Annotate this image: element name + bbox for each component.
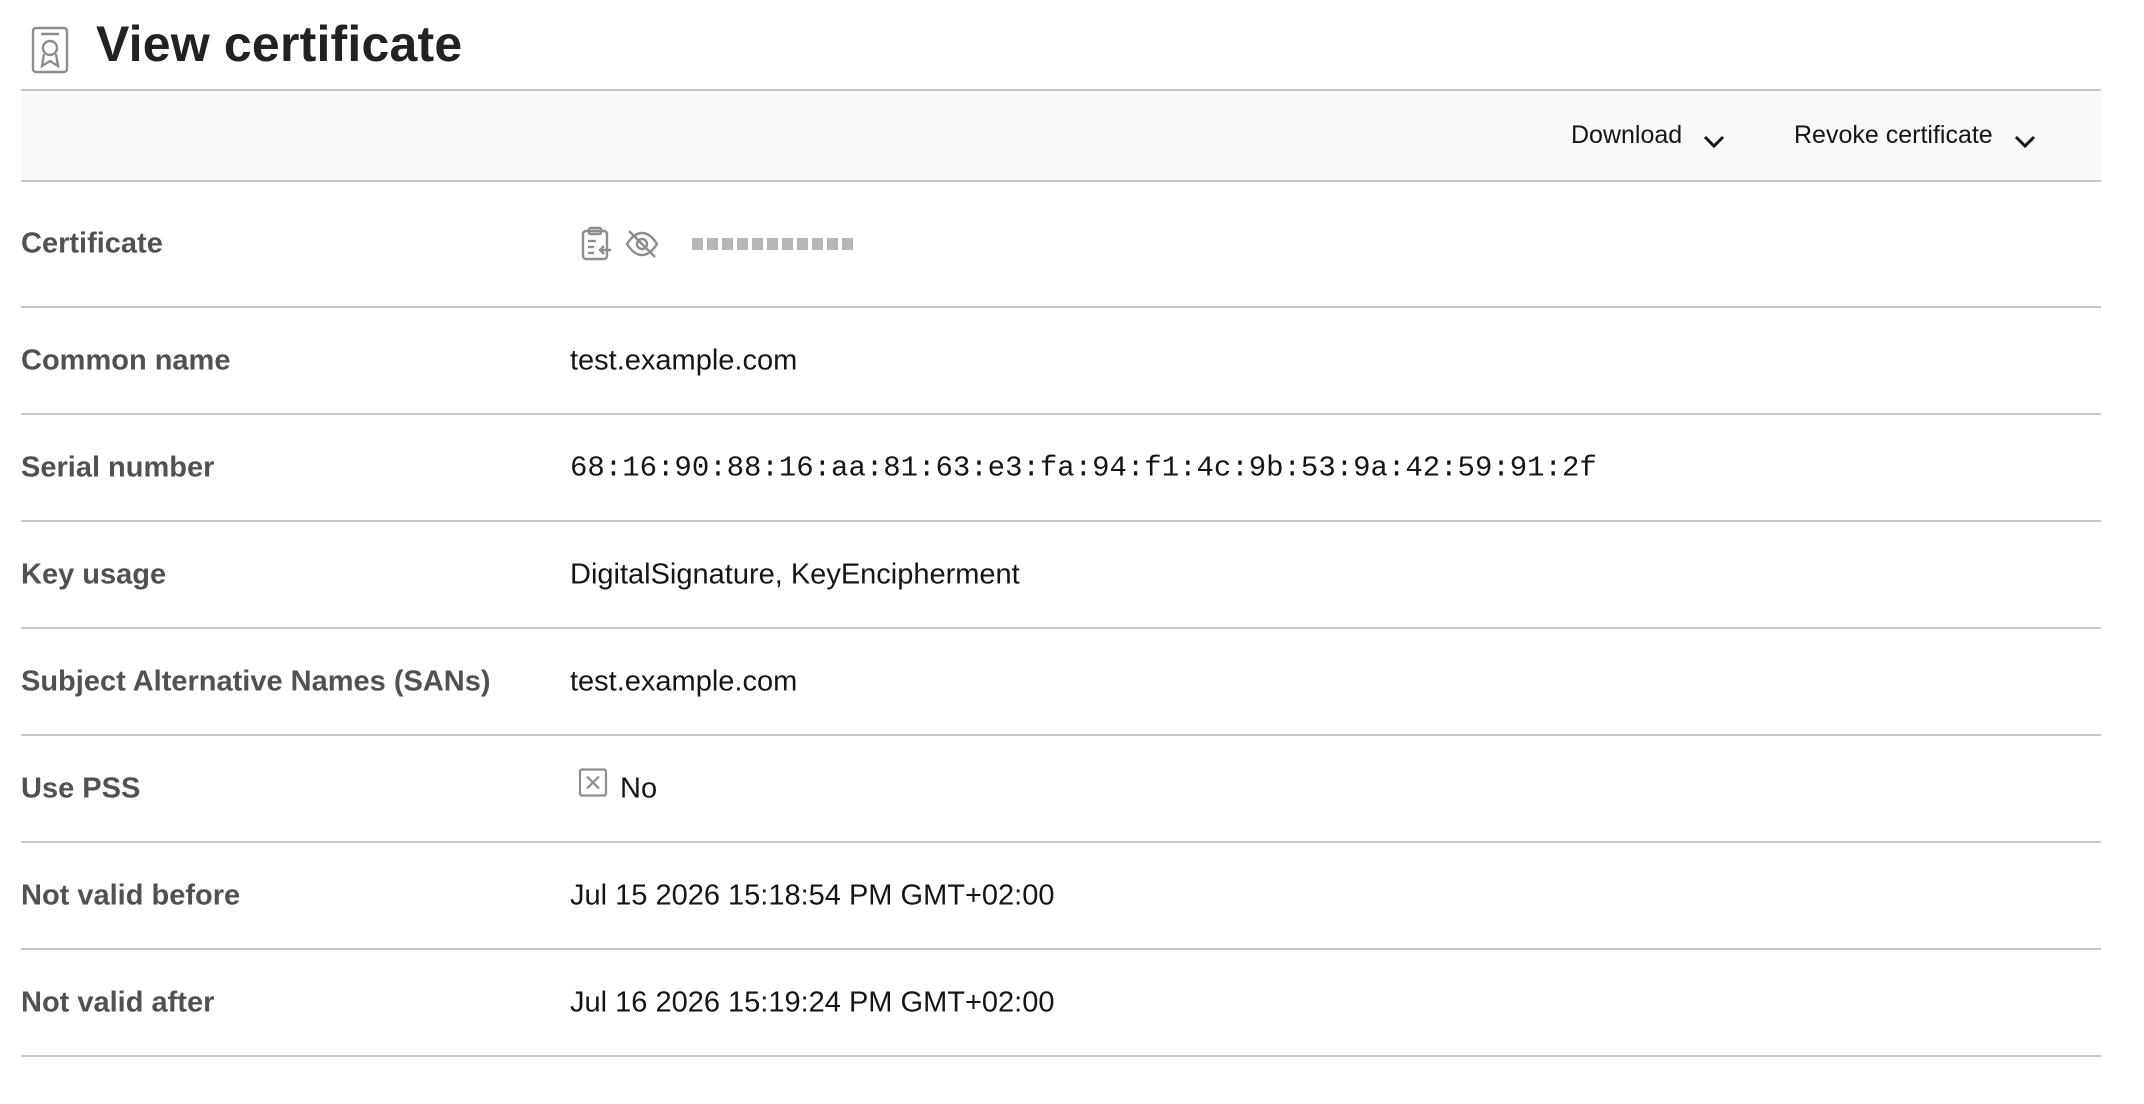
detail-label: Certificate: [21, 227, 163, 260]
serial-number-value: 68:16:90:88:16:aa:81:63:e3:fa:94:f1:4c:9…: [570, 451, 1597, 484]
certificate-value: [578, 226, 853, 262]
use-pss-text: No: [620, 772, 658, 804]
not-valid-before-value: Jul 15 2026 15:18:54 PM GMT+02:00: [570, 879, 1055, 911]
key-usage-value: DigitalSignature, KeyEncipherment: [570, 558, 1020, 590]
copy-to-clipboard-icon[interactable]: [578, 226, 614, 262]
detail-label: Not valid before: [21, 879, 241, 911]
chevron-down-icon: [2013, 128, 2037, 148]
detail-label: Key usage: [21, 558, 167, 590]
detail-label: Subject Alternative Names (SANs): [21, 665, 491, 697]
detail-row-key-usage: Key usage DigitalSignature, KeyEncipherm…: [21, 522, 2101, 629]
detail-label: Common name: [21, 344, 231, 376]
certificate-icon: [31, 26, 69, 74]
detail-row-serial-number: Serial number 68:16:90:88:16:aa:81:63:e3…: [21, 415, 2101, 522]
use-pss-value: No: [578, 768, 658, 805]
sans-value: test.example.com: [570, 665, 798, 697]
detail-row-certificate: Certificate: [21, 182, 2101, 308]
masked-certificate-value: [692, 238, 853, 250]
detail-label: Not valid after: [21, 986, 215, 1018]
detail-label: Use PSS: [21, 772, 141, 804]
detail-row-common-name: Common name test.example.com: [21, 308, 2101, 415]
revoke-certificate-dropdown-button[interactable]: Revoke certificate: [1794, 91, 2037, 180]
detail-row-use-pss: Use PSS No: [21, 736, 2101, 843]
certificate-details: Certificate Common name test.example.com…: [21, 182, 2101, 1057]
certificate-page: View certificate Download Revoke certifi…: [21, 0, 2101, 1057]
page-title: View certificate: [96, 16, 463, 72]
actions-toolbar: Download Revoke certificate: [21, 89, 2101, 182]
eye-slash-icon[interactable]: [624, 226, 660, 262]
chevron-down-icon: [1702, 128, 1726, 148]
not-valid-after-value: Jul 16 2026 15:19:24 PM GMT+02:00: [570, 986, 1055, 1018]
page-header: View certificate: [21, 0, 2101, 89]
detail-row-not-valid-after: Not valid after Jul 16 2026 15:19:24 PM …: [21, 950, 2101, 1057]
common-name-value: test.example.com: [570, 344, 798, 376]
x-box-icon: [578, 768, 608, 798]
download-dropdown-button[interactable]: Download: [1571, 91, 1726, 180]
download-label: Download: [1571, 121, 1683, 149]
detail-row-sans: Subject Alternative Names (SANs) test.ex…: [21, 629, 2101, 736]
detail-row-not-valid-before: Not valid before Jul 15 2026 15:18:54 PM…: [21, 843, 2101, 950]
detail-label: Serial number: [21, 451, 215, 483]
revoke-label: Revoke certificate: [1794, 121, 1993, 149]
